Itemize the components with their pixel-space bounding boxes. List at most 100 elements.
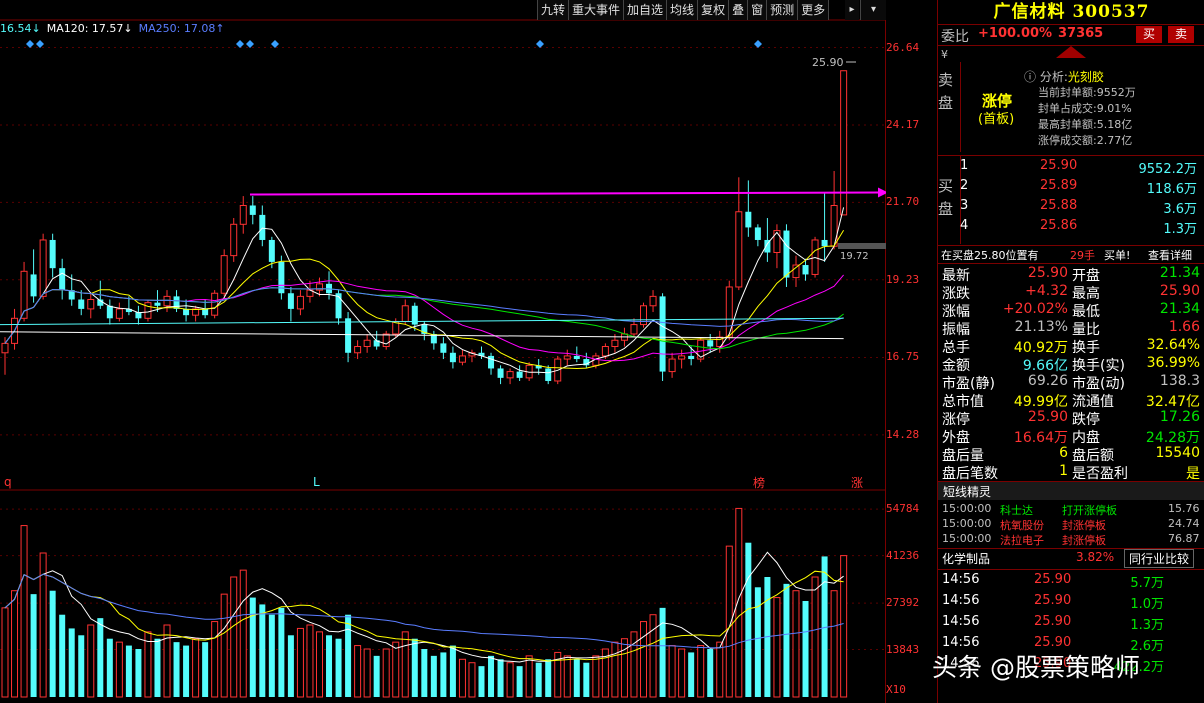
toolbar-button[interactable]: 窗 <box>748 0 768 20</box>
chart-toolbar: 九转 重大事件 加自选 均线 复权叠窗预测 更多 <box>537 0 830 20</box>
signal-diamond-icon <box>754 40 762 48</box>
volume-bar-up <box>163 624 171 698</box>
analysis-line: 封单占成交:9.01% <box>1038 100 1132 116</box>
stats-v2: 25.90 <box>1159 283 1200 299</box>
trendline-arrowhead <box>878 187 886 198</box>
industry-compare-button[interactable]: 同行业比较 <box>1124 549 1195 568</box>
mark-bang: 榜 <box>753 475 765 490</box>
volume-bar-up <box>296 627 304 698</box>
stats-row: 涨幅 +20.02% 最低 21.34 <box>942 301 1202 320</box>
volume-bar-down <box>411 638 418 697</box>
bid-row[interactable]: 4 25.86 1.3万 <box>960 217 1204 237</box>
toolbar-button[interactable]: 更多 <box>798 0 830 20</box>
candle-body-up <box>39 239 47 297</box>
volume-bar-up <box>468 662 476 698</box>
signal-diamond-icon <box>36 40 44 48</box>
buy-button[interactable]: 买 <box>1136 26 1162 43</box>
sprite-header: 短线精灵 <box>938 482 1204 500</box>
stats-v2: 24.28万 <box>1145 430 1200 446</box>
sprite-row[interactable]: 15:00:00 科士达 打开涨停板 15.76 <box>942 502 1202 517</box>
weibi-label: 委比 <box>941 29 969 45</box>
bid-row[interactable]: 1 25.90 9552.2万 <box>960 157 1204 177</box>
tick-price: 25.90 <box>1034 593 1072 608</box>
stats-l2: 量比 <box>1072 322 1100 338</box>
sprite-title: 短线精灵 <box>943 485 992 499</box>
toolbar-more-arrow-icon[interactable]: ▸ <box>845 0 859 20</box>
industry-name[interactable]: 化学制品 <box>942 550 990 567</box>
kline-chart[interactable]: 25.90 19.72 q L 榜 涨 <box>0 0 886 703</box>
toolbar-button[interactable]: 九转 <box>538 0 570 20</box>
volume-bar-down <box>449 645 456 697</box>
trendline <box>249 191 881 196</box>
volume-axis-label: 13843 <box>886 642 920 656</box>
kline-chart-area[interactable]: 25.90 19.72 q L 榜 涨 16.54↓ MA120: 17.57↓ MA250:… <box>0 0 886 703</box>
stats-row: 外盘 16.64万 内盘 24.28万 <box>942 427 1202 446</box>
candle-body-up <box>87 299 95 310</box>
notice-detail-link[interactable]: 查看详细 <box>1148 247 1192 263</box>
volume-bar-up <box>668 645 676 698</box>
sprite-row[interactable]: 15:00:00 法拉电子 封涨停板 76.87 <box>942 532 1202 547</box>
stats-l2: 开盘 <box>1072 268 1100 284</box>
toolbar-button[interactable]: 重大事件 <box>569 0 625 20</box>
bid-row[interactable]: 2 25.89 118.6万 <box>960 177 1204 197</box>
stats-row: 振幅 21.13% 量比 1.66 <box>942 319 1202 338</box>
candle-body-down <box>488 355 495 369</box>
candle-body-down <box>449 352 456 363</box>
candle-body-up <box>611 339 619 348</box>
candle-body-down <box>268 239 275 262</box>
weibi-num: 37365 <box>1058 26 1104 41</box>
volume-bar-up <box>773 597 781 698</box>
volume-axis-label: X10 <box>886 683 906 696</box>
sell-button[interactable]: 卖 <box>1168 26 1194 43</box>
stats-l1: 盘后量 <box>942 448 984 464</box>
candle-body-down <box>821 239 828 247</box>
ma-legend-item: MA250: 17.08↑ <box>138 22 225 35</box>
stats-v1: 49.99亿 <box>1013 394 1068 410</box>
volume-bar-up <box>382 648 390 698</box>
candle-body-up <box>363 339 371 348</box>
candle-body-down <box>49 239 56 269</box>
ma-legend-item: MA120: 17.57↓ <box>46 22 133 35</box>
volume-bar-down <box>78 635 85 697</box>
toolbar-button[interactable]: 复权 <box>698 0 730 20</box>
candle-body-up <box>354 346 362 354</box>
info-icon: ⓘ <box>1024 70 1037 84</box>
collapse-up-icon[interactable] <box>1056 46 1086 58</box>
candle-body-up <box>735 211 743 288</box>
sprite-row[interactable]: 15:00:00 杭氧股份 封涨停板 24.74 <box>942 517 1202 532</box>
volume-bar-down <box>173 642 180 697</box>
toolbar-button[interactable]: 叠 <box>729 0 749 20</box>
stats-v1: 6 <box>1059 445 1068 461</box>
candle-body-down <box>545 368 552 381</box>
volume-bar-down <box>659 607 666 697</box>
toolbar-dropdown-icon[interactable]: ▾ <box>860 0 886 20</box>
volume-bar-up <box>306 624 314 698</box>
stats-row: 总手 40.92万 换手 32.64% <box>942 337 1202 356</box>
candle-body-up <box>382 333 390 348</box>
stats-v2: 21.34 <box>1159 301 1200 317</box>
price-axis-label: 26.64 <box>886 40 920 54</box>
candle-body-down <box>154 302 161 306</box>
bid-row[interactable]: 3 25.88 3.6万 <box>960 197 1204 217</box>
volume-bar-down <box>754 587 761 697</box>
candle-body-down <box>249 205 256 215</box>
sell-side-label: 卖盘 <box>936 72 954 118</box>
limit-sub: (首板) <box>978 112 1015 127</box>
bid-price: 25.90 <box>1040 158 1078 173</box>
stats-l1: 总手 <box>942 340 970 356</box>
stock-title: 广信材料 300537 <box>993 2 1150 22</box>
analysis-topic[interactable]: 光刻胶 <box>1068 70 1104 84</box>
candle-body-up <box>401 305 409 322</box>
sprite-event: 打开涨停板 <box>1062 504 1117 517</box>
volume-bar-up <box>354 645 362 698</box>
volume-bar-down <box>583 662 590 697</box>
toolbar-button[interactable]: 均线 <box>667 0 699 20</box>
volume-bar-up <box>678 648 686 698</box>
toolbar-button[interactable]: 加自选 <box>624 0 668 20</box>
toolbar-button[interactable]: 预测 <box>767 0 799 20</box>
volume-bar-down <box>97 618 104 697</box>
tick-row: 14:56 25.90 1.0万 <box>942 593 1204 613</box>
tick-time: 14:56 <box>942 572 980 587</box>
candle-body-down <box>440 343 447 353</box>
volume-bar-down <box>573 659 580 697</box>
